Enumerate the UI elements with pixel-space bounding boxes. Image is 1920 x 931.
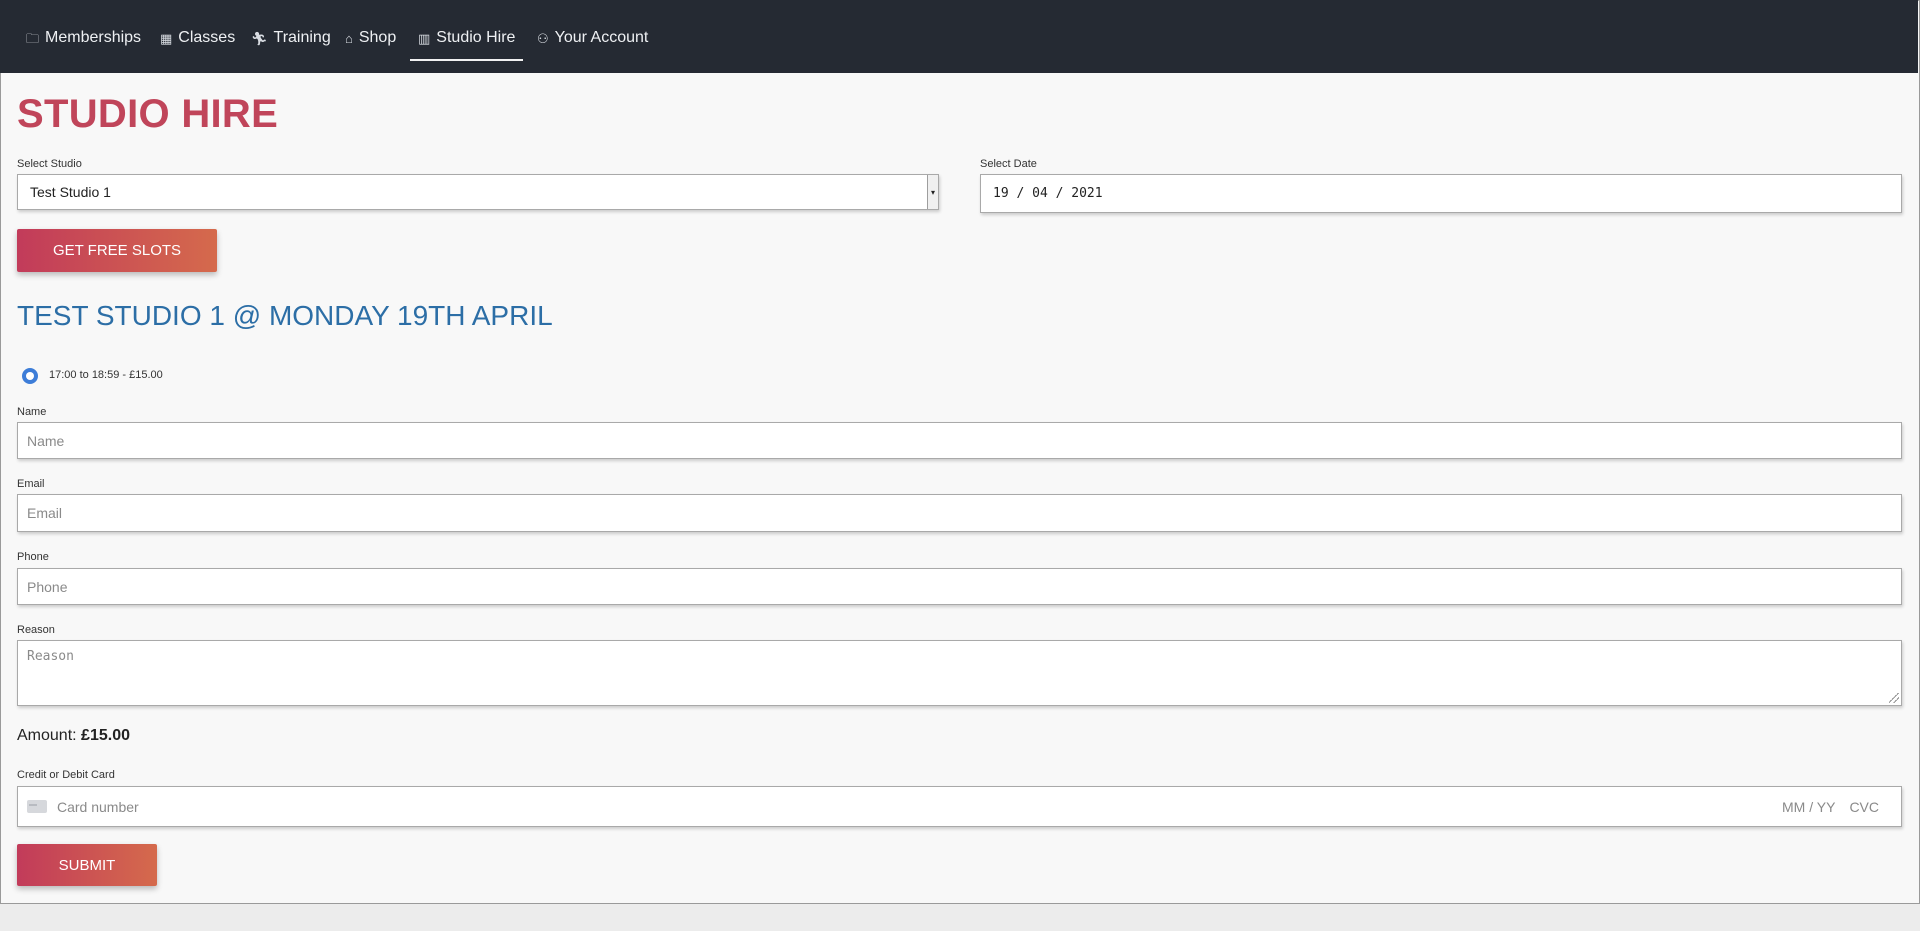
reason-textarea[interactable]: Reason bbox=[17, 640, 1902, 706]
slot-radio[interactable] bbox=[22, 368, 38, 384]
date-input[interactable]: 19 / 04 / 2021 bbox=[980, 174, 1902, 213]
slot-heading: TEST STUDIO 1 @ MONDAY 19TH APRIL bbox=[17, 300, 553, 331]
submit-button[interactable]: SUBMIT bbox=[17, 844, 157, 886]
amount-value: £15.00 bbox=[81, 727, 130, 744]
card-cvc-placeholder[interactable]: CVC bbox=[1849, 799, 1879, 815]
page-title: STUDIO HIRE bbox=[17, 92, 279, 136]
card-extra-fields: MM / YY CVC bbox=[1782, 787, 1879, 827]
credit-card-icon bbox=[27, 800, 47, 813]
date-input-value: 19 / 04 / 2021 bbox=[993, 186, 1103, 201]
select-date-label: Select Date bbox=[980, 158, 1037, 170]
select-studio-label: Select Studio bbox=[17, 158, 82, 170]
phone-label: Phone bbox=[17, 551, 49, 563]
card-input[interactable]: Card number MM / YY CVC bbox=[17, 786, 1902, 827]
reason-label: Reason bbox=[17, 624, 55, 636]
nav-item-label: Shop bbox=[358, 29, 397, 46]
slot-option-label: 17:00 to 18:59 - £15.00 bbox=[49, 369, 163, 381]
basket-icon: ⌂ bbox=[345, 30, 353, 46]
email-label: Email bbox=[17, 478, 45, 490]
resize-grip-icon[interactable] bbox=[1889, 693, 1899, 703]
amount-row: Amount: £15.00 bbox=[17, 727, 130, 745]
studio-select[interactable]: Test Studio 1 ▾ bbox=[17, 174, 939, 210]
running-icon: 🏃︎ bbox=[251, 30, 268, 46]
card-number-placeholder: Card number bbox=[57, 798, 139, 815]
building-icon: ▥ bbox=[418, 30, 431, 46]
user-icon: ⚇ bbox=[537, 30, 549, 46]
amount-label: Amount: bbox=[17, 727, 77, 744]
nav-item-memberships[interactable]: 🗀 Memberships bbox=[26, 24, 141, 52]
card-expiry-placeholder[interactable]: MM / YY bbox=[1782, 799, 1835, 815]
reason-placeholder: Reason bbox=[27, 649, 74, 664]
nav-item-label: Studio Hire bbox=[436, 29, 516, 46]
name-input[interactable]: Name bbox=[17, 422, 1902, 459]
radio-dot bbox=[26, 372, 34, 380]
nav-item-label: Memberships bbox=[45, 29, 142, 46]
folder-icon: 🗀 bbox=[26, 30, 40, 46]
get-free-slots-button[interactable]: GET FREE SLOTS bbox=[17, 229, 217, 272]
name-label: Name bbox=[17, 406, 47, 418]
top-navigation: 🗀 Memberships ▦ Classes 🏃︎ Training ⌂ Sh… bbox=[0, 0, 1918, 73]
email-input[interactable]: Email bbox=[17, 494, 1902, 532]
nav-item-training[interactable]: 🏃︎ Training bbox=[251, 24, 331, 52]
nav-item-your-account[interactable]: ⚇ Your Account bbox=[537, 24, 648, 52]
nav-item-classes[interactable]: ▦ Classes bbox=[160, 24, 235, 52]
nav-item-label: Training bbox=[273, 29, 331, 46]
nav-item-label: Your Account bbox=[554, 29, 649, 46]
card-label: Credit or Debit Card bbox=[17, 769, 115, 781]
calendar-icon: ▦ bbox=[160, 30, 173, 46]
nav-item-shop[interactable]: ⌂ Shop bbox=[345, 24, 396, 52]
nav-item-label: Classes bbox=[178, 29, 236, 46]
phone-input[interactable]: Phone bbox=[17, 568, 1902, 605]
nav-item-studio-hire[interactable]: ▥ Studio Hire bbox=[409, 24, 524, 61]
studio-select-value: Test Studio 1 bbox=[30, 184, 111, 200]
chevron-down-icon[interactable]: ▾ bbox=[927, 175, 938, 209]
